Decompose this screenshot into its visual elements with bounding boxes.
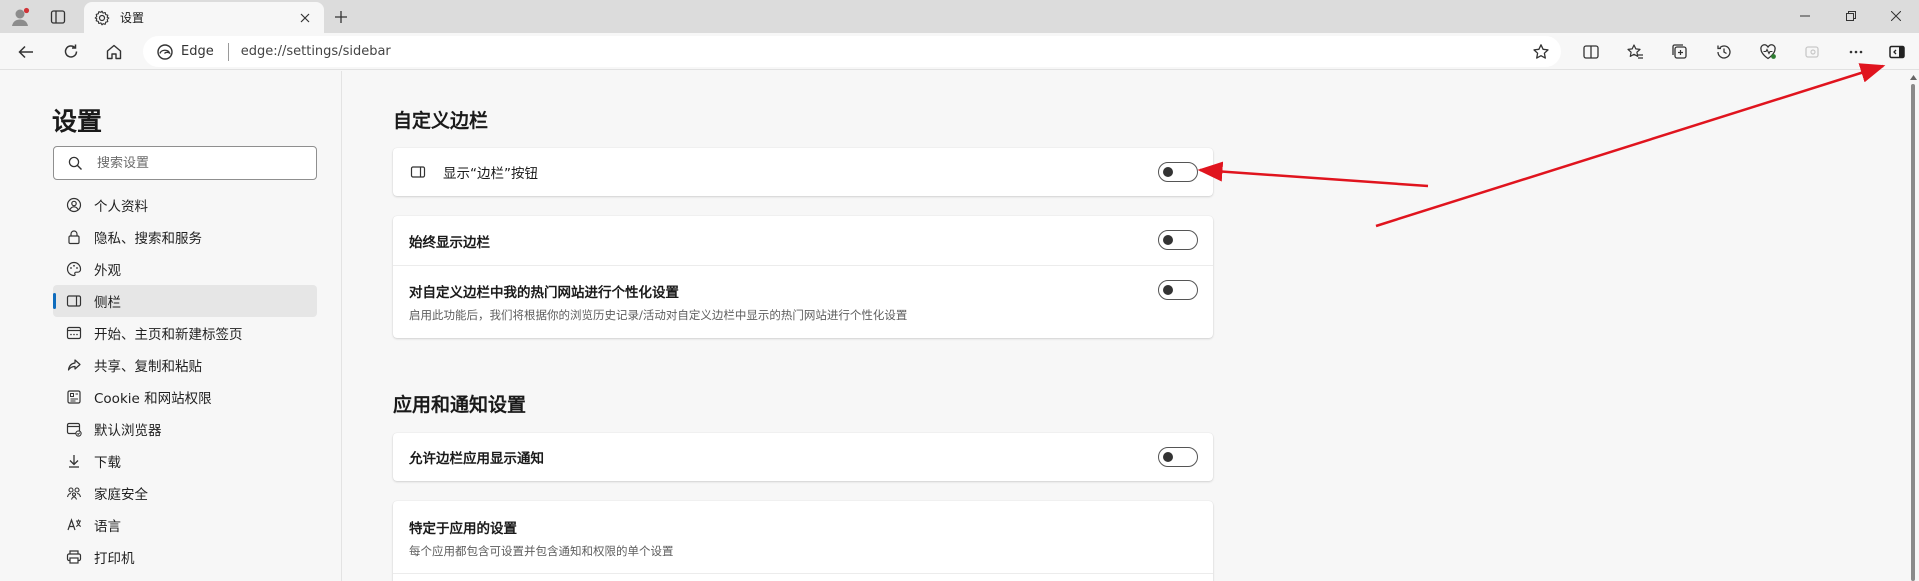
share-icon bbox=[65, 356, 83, 374]
nav-item-profile[interactable]: 个人资料 bbox=[53, 189, 317, 221]
nav-item-share[interactable]: 共享、复制和粘贴 bbox=[53, 349, 317, 381]
settings-nav: 设置 个人资料 隐私、搜索和服务 外观 侧栏 开始、主页和新建标签页 bbox=[0, 71, 342, 581]
nav-item-label: 隐私、搜索和服务 bbox=[94, 231, 202, 247]
show-sidebar-button-toggle[interactable] bbox=[1158, 162, 1198, 182]
nav-item-label: 家庭安全 bbox=[94, 487, 148, 503]
default-browser-icon bbox=[65, 420, 83, 438]
scrollbar-thumb[interactable] bbox=[1911, 84, 1915, 581]
close-tab-icon[interactable] bbox=[296, 9, 314, 27]
scroll-up-arrow-icon[interactable] bbox=[1909, 73, 1917, 81]
setting-label: 特定于应用的设置 bbox=[409, 521, 517, 537]
download-icon bbox=[65, 452, 83, 470]
tab-settings[interactable]: 设置 bbox=[84, 2, 324, 33]
card-sidebar-button: 显示“边栏”按钮 bbox=[393, 148, 1213, 196]
lock-icon bbox=[65, 228, 83, 246]
setting-row-personalize: 对自定义边栏中我的热门网站进行个性化设置 启用此功能后，我们将根据你的浏览历史记… bbox=[393, 265, 1213, 338]
sidebar-icon bbox=[65, 292, 83, 310]
nav-item-sidebar[interactable]: 侧栏 bbox=[53, 285, 317, 317]
tab-strip: 设置 bbox=[0, 0, 1919, 33]
search-box[interactable] bbox=[53, 146, 317, 180]
setting-description: 每个应用都包含可设置并包含通知和权限的单个设置 bbox=[409, 544, 674, 558]
tab-actions-icon[interactable] bbox=[46, 6, 70, 28]
card-notifications: 允许边栏应用显示通知 bbox=[393, 433, 1213, 481]
palette-icon bbox=[65, 260, 83, 278]
home-button[interactable] bbox=[100, 38, 128, 65]
nav-item-label: 个人资料 bbox=[94, 199, 148, 215]
search-input[interactable] bbox=[97, 155, 297, 171]
home-tab-icon bbox=[65, 324, 83, 342]
nav-item-appearance[interactable]: 外观 bbox=[53, 253, 317, 285]
address-bar[interactable]: Edge edge://settings/sidebar bbox=[143, 36, 1561, 67]
main-content: 自定义边栏 显示“边栏”按钮 始终显示边栏 对自定义边栏中我的热门网站进行个性化… bbox=[343, 71, 1903, 581]
address-separator bbox=[227, 42, 229, 61]
nav-item-label: 开始、主页和新建标签页 bbox=[94, 327, 243, 343]
setting-row-show-button: 显示“边栏”按钮 bbox=[393, 148, 1213, 196]
gear-icon bbox=[94, 10, 110, 26]
nav-item-privacy[interactable]: 隐私、搜索和服务 bbox=[53, 221, 317, 253]
edge-logo-icon bbox=[157, 43, 173, 60]
settings-title: 设置 bbox=[52, 107, 103, 136]
search-icon bbox=[68, 156, 83, 171]
nav-item-label: Cookie 和网站权限 bbox=[94, 391, 212, 407]
address-label: Edge bbox=[181, 44, 214, 59]
nav-item-cookies[interactable]: Cookie 和网站权限 bbox=[53, 381, 317, 413]
new-tab-button[interactable] bbox=[328, 5, 354, 29]
setting-row-always-show: 始终显示边栏 bbox=[393, 216, 1213, 265]
back-button[interactable] bbox=[12, 38, 40, 65]
close-window-button[interactable] bbox=[1873, 4, 1919, 28]
nav-item-label: 默认浏览器 bbox=[94, 423, 162, 439]
nav-item-label: 语言 bbox=[94, 519, 121, 535]
setting-label: 始终显示边栏 bbox=[409, 234, 490, 251]
url-text[interactable]: edge://settings/sidebar bbox=[241, 44, 391, 59]
card-app-specific: 特定于应用的设置 每个应用都包含可设置并包含通知和权限的单个设置 bbox=[393, 501, 1213, 581]
setting-row-notifications: 允许边栏应用显示通知 bbox=[393, 433, 1213, 481]
personalize-sites-toggle[interactable] bbox=[1158, 280, 1198, 300]
nav-item-label: 下载 bbox=[94, 455, 121, 471]
allow-notifications-toggle[interactable] bbox=[1158, 447, 1198, 467]
restore-button[interactable] bbox=[1828, 4, 1874, 28]
minimize-button[interactable] bbox=[1782, 4, 1828, 28]
setting-label: 对自定义边栏中我的热门网站进行个性化设置 bbox=[409, 285, 679, 301]
history-button[interactable] bbox=[1710, 38, 1738, 65]
setting-label: 显示“边栏”按钮 bbox=[443, 166, 538, 182]
language-icon bbox=[65, 516, 83, 534]
more-options-button[interactable] bbox=[1842, 38, 1870, 65]
nav-item-printers[interactable]: 打印机 bbox=[53, 541, 317, 573]
nav-item-default-browser[interactable]: 默认浏览器 bbox=[53, 413, 317, 445]
setting-row-app-specific[interactable]: 特定于应用的设置 每个应用都包含可设置并包含通知和权限的单个设置 bbox=[393, 501, 1213, 573]
nav-item-languages[interactable]: 语言 bbox=[53, 509, 317, 541]
extension-disabled-icon bbox=[1798, 38, 1826, 65]
printer-icon bbox=[65, 548, 83, 566]
setting-label: 允许边栏应用显示通知 bbox=[409, 451, 544, 467]
nav-item-label: 外观 bbox=[94, 263, 121, 279]
profile-icon bbox=[65, 196, 83, 214]
nav-list: 个人资料 隐私、搜索和服务 外观 侧栏 开始、主页和新建标签页 共享、复制和粘贴… bbox=[53, 189, 317, 573]
nav-item-label: 打印机 bbox=[94, 551, 135, 567]
nav-item-start-home[interactable]: 开始、主页和新建标签页 bbox=[53, 317, 317, 349]
section-title-apps: 应用和通知设置 bbox=[393, 394, 527, 416]
nav-item-label: 共享、复制和粘贴 bbox=[94, 359, 202, 375]
profile-avatar-icon[interactable] bbox=[8, 6, 32, 28]
nav-item-downloads[interactable]: 下载 bbox=[53, 445, 317, 477]
sidebar-toggle-button[interactable] bbox=[1883, 38, 1911, 65]
nav-item-family[interactable]: 家庭安全 bbox=[53, 477, 317, 509]
tab-title: 设置 bbox=[120, 11, 145, 25]
nav-item-label: 侧栏 bbox=[94, 295, 121, 311]
favorites-button[interactable] bbox=[1621, 38, 1649, 65]
always-show-sidebar-toggle[interactable] bbox=[1158, 230, 1198, 250]
card-sidebar-options: 始终显示边栏 对自定义边栏中我的热门网站进行个性化设置 启用此功能后，我们将根据… bbox=[393, 216, 1213, 338]
collections-button[interactable] bbox=[1666, 38, 1694, 65]
split-screen-button[interactable] bbox=[1577, 38, 1605, 65]
card-divider bbox=[393, 573, 1213, 574]
browser-toolbar: Edge edge://settings/sidebar bbox=[0, 33, 1919, 70]
favorite-star-icon[interactable] bbox=[1531, 42, 1551, 62]
browser-essentials-button[interactable] bbox=[1754, 38, 1782, 65]
section-title-customize: 自定义边栏 bbox=[393, 110, 489, 132]
permissions-icon bbox=[65, 388, 83, 406]
setting-description: 启用此功能后，我们将根据你的浏览历史记录/活动对自定义边栏中显示的热门网站进行个… bbox=[409, 308, 908, 322]
sidebar-icon bbox=[409, 163, 427, 181]
family-icon bbox=[65, 484, 83, 502]
refresh-button[interactable] bbox=[57, 38, 85, 65]
